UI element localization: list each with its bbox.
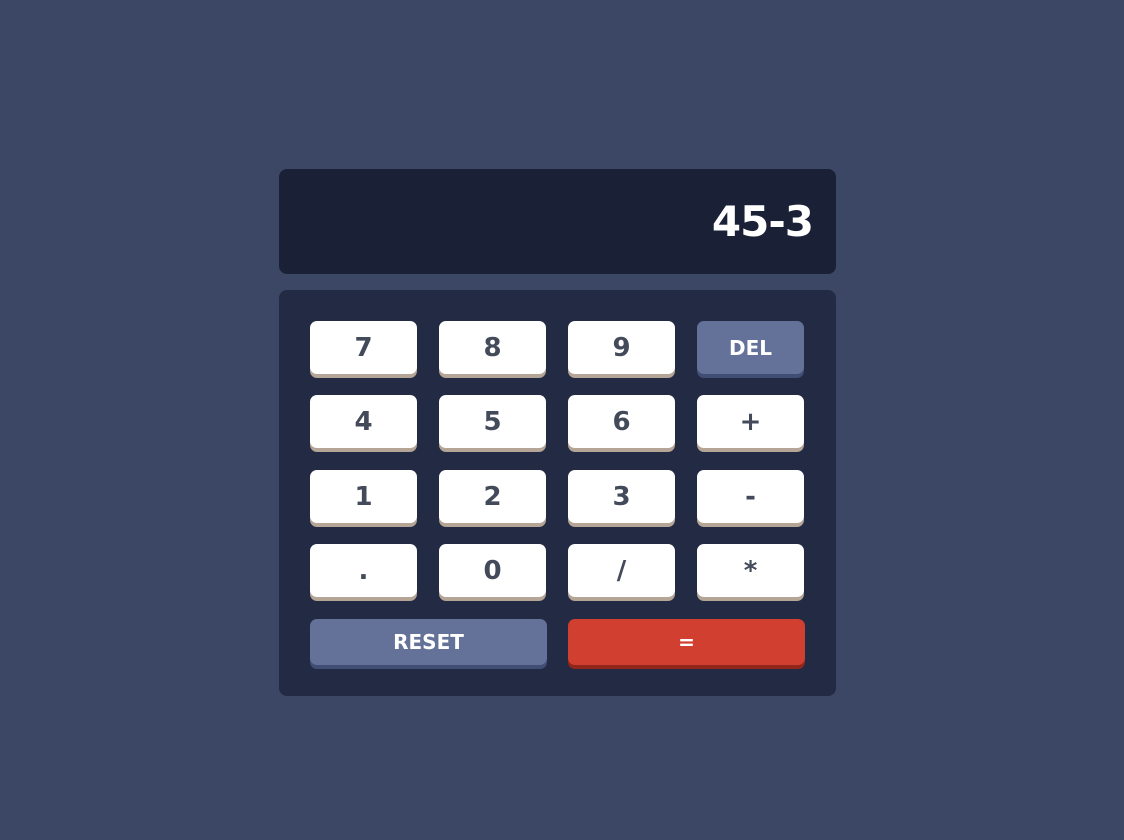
decimal-button[interactable]: . [310,544,417,597]
delete-button[interactable]: DEL [697,321,804,374]
key-8-label: 8 [483,332,502,363]
divide-button[interactable]: / [568,544,675,597]
decimal-label: . [358,555,369,586]
key-2-label: 2 [483,481,502,512]
key-5-button[interactable]: 5 [439,395,546,448]
key-5-label: 5 [483,406,502,437]
reset-label: RESET [393,630,464,654]
key-6-label: 6 [612,406,631,437]
plus-button[interactable]: + [697,395,804,448]
key-2-button[interactable]: 2 [439,470,546,523]
plus-label: + [739,406,762,437]
display-value: 45-3 [711,197,814,246]
key-9-label: 9 [612,332,631,363]
delete-label: DEL [728,335,772,360]
keypad: 7 8 9 DEL 4 5 6 + 1 2 3 - . 0 / * RESET … [279,290,836,696]
key-9-button[interactable]: 9 [568,321,675,374]
reset-button[interactable]: RESET [310,619,547,665]
key-8-button[interactable]: 8 [439,321,546,374]
minus-button[interactable]: - [697,470,804,523]
equals-label: = [678,630,695,654]
key-1-button[interactable]: 1 [310,470,417,523]
divide-label: / [616,555,627,586]
multiply-label: * [743,555,758,586]
key-4-label: 4 [354,406,373,437]
key-3-label: 3 [612,481,631,512]
equals-button[interactable]: = [568,619,805,665]
multiply-button[interactable]: * [697,544,804,597]
key-4-button[interactable]: 4 [310,395,417,448]
key-6-button[interactable]: 6 [568,395,675,448]
calculator-display: 45-3 [279,169,836,274]
key-1-label: 1 [354,481,373,512]
key-7-label: 7 [354,332,373,363]
key-3-button[interactable]: 3 [568,470,675,523]
key-7-button[interactable]: 7 [310,321,417,374]
minus-label: - [745,481,756,512]
key-0-button[interactable]: 0 [439,544,546,597]
key-0-label: 0 [483,555,502,586]
